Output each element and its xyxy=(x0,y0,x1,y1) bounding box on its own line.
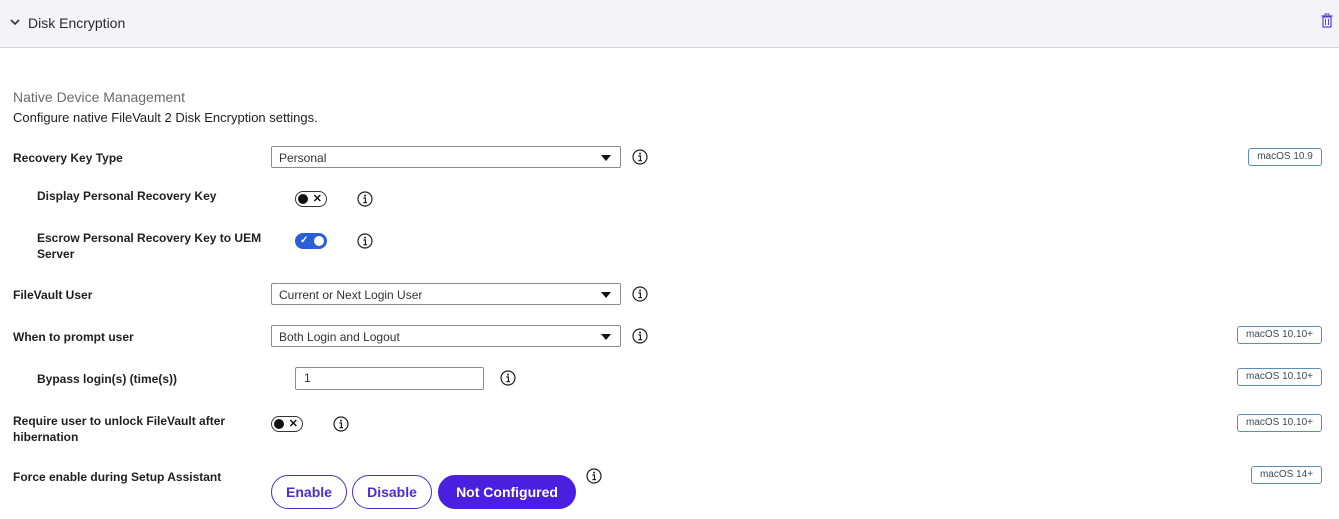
info-icon[interactable] xyxy=(500,370,516,386)
bypass-logins-label: Bypass login(s) (time(s)) xyxy=(37,372,178,386)
dropdown-caret-icon xyxy=(601,155,611,161)
dropdown-caret-icon xyxy=(601,334,611,340)
info-icon[interactable] xyxy=(357,191,373,207)
chevron-down-icon[interactable] xyxy=(9,16,21,28)
trash-icon[interactable] xyxy=(1320,13,1334,29)
info-icon[interactable] xyxy=(632,328,648,344)
not-configured-button[interactable]: Not Configured xyxy=(438,475,576,509)
section-title: Native Device Management xyxy=(13,89,185,105)
os-version-badge: macOS 10.9 xyxy=(1248,148,1322,166)
filevault-user-label: FileVault User xyxy=(13,288,93,302)
section-description: Configure native FileVault 2 Disk Encryp… xyxy=(13,110,318,125)
force-enable-label: Force enable during Setup Assistant xyxy=(13,470,222,484)
os-version-badge: macOS 10.10+ xyxy=(1237,368,1322,386)
close-icon: ✕ xyxy=(288,418,298,430)
enable-button[interactable]: Enable xyxy=(271,475,347,509)
close-icon: ✕ xyxy=(312,193,322,205)
escrow-personal-recovery-key-toggle[interactable]: ✓ xyxy=(295,233,327,249)
when-to-prompt-label: When to prompt user xyxy=(13,330,134,344)
require-unlock-toggle[interactable]: ✕ xyxy=(271,416,303,432)
display-personal-recovery-key-label: Display Personal Recovery Key xyxy=(37,189,217,203)
os-version-badge: macOS 14+ xyxy=(1251,466,1322,484)
info-icon[interactable] xyxy=(632,149,648,165)
check-icon: ✓ xyxy=(300,235,309,246)
disable-button[interactable]: Disable xyxy=(352,475,432,509)
display-personal-recovery-key-toggle[interactable]: ✕ xyxy=(295,191,327,207)
info-icon[interactable] xyxy=(632,286,648,302)
require-unlock-label: Require user to unlock FileVault after h… xyxy=(13,414,226,444)
os-version-badge: macOS 10.10+ xyxy=(1237,326,1322,344)
section-header[interactable]: Disk Encryption xyxy=(0,0,1339,48)
info-icon[interactable] xyxy=(586,468,602,484)
recovery-key-type-select[interactable]: Personal xyxy=(271,146,621,168)
section-header-title: Disk Encryption xyxy=(28,15,126,31)
recovery-key-type-value: Personal xyxy=(279,151,327,165)
when-to-prompt-select[interactable]: Both Login and Logout xyxy=(271,325,621,347)
info-icon[interactable] xyxy=(333,416,349,432)
bypass-logins-input[interactable]: 1 xyxy=(295,367,484,390)
recovery-key-type-label: Recovery Key Type xyxy=(13,151,123,165)
escrow-personal-recovery-key-label: Escrow Personal Recovery Key to UEM Serv… xyxy=(37,231,262,261)
filevault-user-select[interactable]: Current or Next Login User xyxy=(271,283,621,305)
dropdown-caret-icon xyxy=(601,292,611,298)
filevault-user-value: Current or Next Login User xyxy=(279,288,423,302)
os-version-badge: macOS 10.10+ xyxy=(1237,414,1322,432)
when-to-prompt-value: Both Login and Logout xyxy=(279,330,400,344)
info-icon[interactable] xyxy=(357,233,373,249)
